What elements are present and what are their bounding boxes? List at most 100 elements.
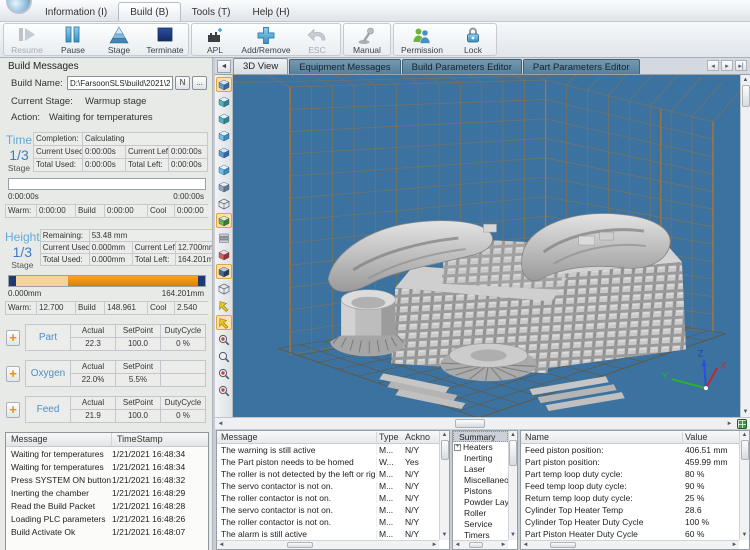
- tree-horizontal-scrollbar[interactable]: ◄ ►: [453, 540, 508, 549]
- table-row[interactable]: Feed temp loop duty cycle:90 %: [521, 480, 739, 492]
- column-header-ackno[interactable]: Ackno: [403, 432, 439, 442]
- feed-expand-button[interactable]: +: [6, 402, 20, 418]
- tree-item-laser[interactable]: Laser: [453, 464, 508, 475]
- fit-view-button[interactable]: [735, 418, 749, 429]
- parameter-vertical-scrollbar[interactable]: ▲ ▼: [739, 431, 749, 540]
- viewport-vertical-scrollbar[interactable]: ▲ ▼: [740, 75, 750, 417]
- scrollbar-thumb[interactable]: [742, 85, 750, 107]
- column-header-name[interactable]: Name: [521, 432, 683, 442]
- column-header-type[interactable]: Type: [377, 432, 403, 442]
- build-name-more-button[interactable]: ...: [192, 76, 207, 90]
- bounding-box-icon[interactable]: [216, 281, 232, 296]
- permission-button[interactable]: Permission: [394, 24, 450, 55]
- scroll-right-icon[interactable]: ►: [730, 542, 739, 548]
- table-row[interactable]: Cylinder Top Heater Duty Cycle100 %: [521, 516, 739, 528]
- scroll-left-icon[interactable]: ◄: [453, 542, 462, 548]
- table-row[interactable]: Part temp loop duty cycle:80 %: [521, 468, 739, 480]
- scroll-down-icon[interactable]: ▼: [510, 531, 516, 540]
- log-header-timestamp[interactable]: TimeStamp: [112, 433, 208, 446]
- tab-next-button[interactable]: ▸: [721, 60, 733, 71]
- esc-button[interactable]: ESC: [294, 24, 340, 55]
- app-logo-icon[interactable]: [6, 0, 32, 14]
- pause-button[interactable]: Pause: [50, 24, 96, 55]
- tree-item-summary[interactable]: Summary: [453, 431, 508, 442]
- manual-button[interactable]: Manual: [344, 24, 390, 55]
- 3d-viewport[interactable]: Y Z X: [233, 75, 740, 417]
- scrollbar-thumb[interactable]: [469, 542, 483, 548]
- section-view-icon[interactable]: [216, 247, 232, 262]
- terminate-button[interactable]: Terminate: [142, 24, 188, 55]
- perspective-view-icon[interactable]: [216, 213, 232, 228]
- scroll-left-icon[interactable]: ◄: [215, 421, 226, 427]
- expand-icon[interactable]: +: [454, 444, 461, 451]
- tab-prev-button[interactable]: ◂: [707, 60, 719, 71]
- table-row[interactable]: Part piston position:459.99 mm: [521, 456, 739, 468]
- viewport-horizontal-scrollbar[interactable]: ◄ ►: [215, 417, 750, 429]
- left-view-icon[interactable]: [216, 162, 232, 177]
- build-name-browse-button[interactable]: N: [175, 76, 190, 90]
- scroll-left-icon[interactable]: ◄: [217, 542, 226, 548]
- pick-part-icon[interactable]: [216, 298, 232, 313]
- table-row[interactable]: Loading PLC parameters1/21/2021 16:48:26: [6, 512, 208, 525]
- zoom-out-icon[interactable]: [216, 349, 232, 364]
- layers-icon[interactable]: [216, 230, 232, 245]
- tab-equipment-messages[interactable]: Equipment Messages: [289, 59, 400, 74]
- table-row[interactable]: Read the Build Packet1/21/2021 16:48:28: [6, 499, 208, 512]
- front-view-icon[interactable]: [216, 128, 232, 143]
- tab-part-parameters-editor[interactable]: Part Parameters Editor: [523, 59, 640, 74]
- iso-view-icon[interactable]: [216, 77, 232, 92]
- tree-item-pistons[interactable]: Pistons: [453, 486, 508, 497]
- scroll-down-icon[interactable]: ▼: [743, 407, 749, 417]
- scroll-up-icon[interactable]: ▲: [510, 431, 516, 440]
- tree-item-service[interactable]: Service: [453, 519, 508, 530]
- message-log-horizontal-scrollbar[interactable]: ◄ ►: [217, 540, 439, 549]
- tab-last-button[interactable]: ▸|: [735, 60, 747, 71]
- menu-information[interactable]: Information (I): [34, 3, 118, 21]
- build-name-input[interactable]: [67, 76, 173, 90]
- tree-item-inerting[interactable]: Inerting: [453, 453, 508, 464]
- add-remove-button[interactable]: Add/Remove: [238, 24, 294, 55]
- zoom-fit-icon[interactable]: [216, 383, 232, 398]
- table-row[interactable]: The roller contactor is not on.M...N/Y: [217, 492, 439, 504]
- table-row[interactable]: Build Activate Ok1/21/2021 16:48:07: [6, 525, 208, 538]
- stage-button[interactable]: Stage: [96, 24, 142, 55]
- scrollbar-thumb[interactable]: [741, 440, 749, 460]
- table-row[interactable]: The servo contactor is not on.M...N/Y: [217, 504, 439, 516]
- table-row[interactable]: The Part piston needs to be homedW...Yes: [217, 456, 439, 468]
- table-row[interactable]: The servo contactor is not on.M...N/Y: [217, 480, 439, 492]
- table-row[interactable]: Cylinder Top Heater Temp28.6: [521, 504, 739, 516]
- shaded-view-icon[interactable]: [216, 264, 232, 279]
- table-row[interactable]: The warning is still activeM...N/Y: [217, 444, 439, 456]
- menu-build[interactable]: Build (B): [118, 2, 180, 21]
- table-row[interactable]: Feed piston position:406.51 mm: [521, 444, 739, 456]
- tree-item-heaters[interactable]: + Heaters: [453, 442, 508, 453]
- table-row[interactable]: Waiting for temperatures1/21/2021 16:48:…: [6, 460, 208, 473]
- tree-item-miscellaneous[interactable]: Miscellaneous: [453, 475, 508, 486]
- scroll-up-icon[interactable]: ▲: [742, 431, 748, 440]
- table-row[interactable]: Waiting for temperatures1/21/2021 16:48:…: [6, 447, 208, 460]
- menu-help[interactable]: Help (H): [242, 3, 301, 21]
- lock-button[interactable]: Lock: [450, 24, 496, 55]
- zoom-in-icon[interactable]: [216, 332, 232, 347]
- scroll-right-icon[interactable]: ►: [430, 542, 439, 548]
- scroll-right-icon[interactable]: ►: [499, 542, 508, 548]
- column-header-value[interactable]: Value: [683, 432, 739, 442]
- table-row[interactable]: The roller contactor is not on.M...N/Y: [217, 516, 439, 528]
- scroll-right-icon[interactable]: ►: [724, 421, 735, 427]
- scroll-down-icon[interactable]: ▼: [442, 531, 448, 540]
- table-row[interactable]: Press SYSTEM ON button1/21/2021 16:48:32: [6, 473, 208, 486]
- zoom-window-icon[interactable]: [216, 366, 232, 381]
- tree-item-powder-layer[interactable]: Powder Layer: [453, 497, 508, 508]
- back-view-icon[interactable]: [216, 145, 232, 160]
- parameter-horizontal-scrollbar[interactable]: ◄ ►: [521, 540, 739, 549]
- right-view-icon[interactable]: [216, 179, 232, 194]
- select-part-icon[interactable]: [216, 315, 232, 330]
- scrollbar-thumb[interactable]: [550, 542, 576, 548]
- table-row[interactable]: Part Piston Heater Duty Cycle60 %: [521, 528, 739, 540]
- scrollbar-thumb[interactable]: [287, 542, 313, 548]
- resume-button[interactable]: Resume: [4, 24, 50, 55]
- tab-scroll-left-button[interactable]: ◄: [217, 60, 231, 73]
- table-row[interactable]: The alarm is still activeM...N/Y: [217, 528, 439, 540]
- rotate-view-icon[interactable]: [216, 94, 232, 109]
- part-expand-button[interactable]: +: [6, 330, 20, 346]
